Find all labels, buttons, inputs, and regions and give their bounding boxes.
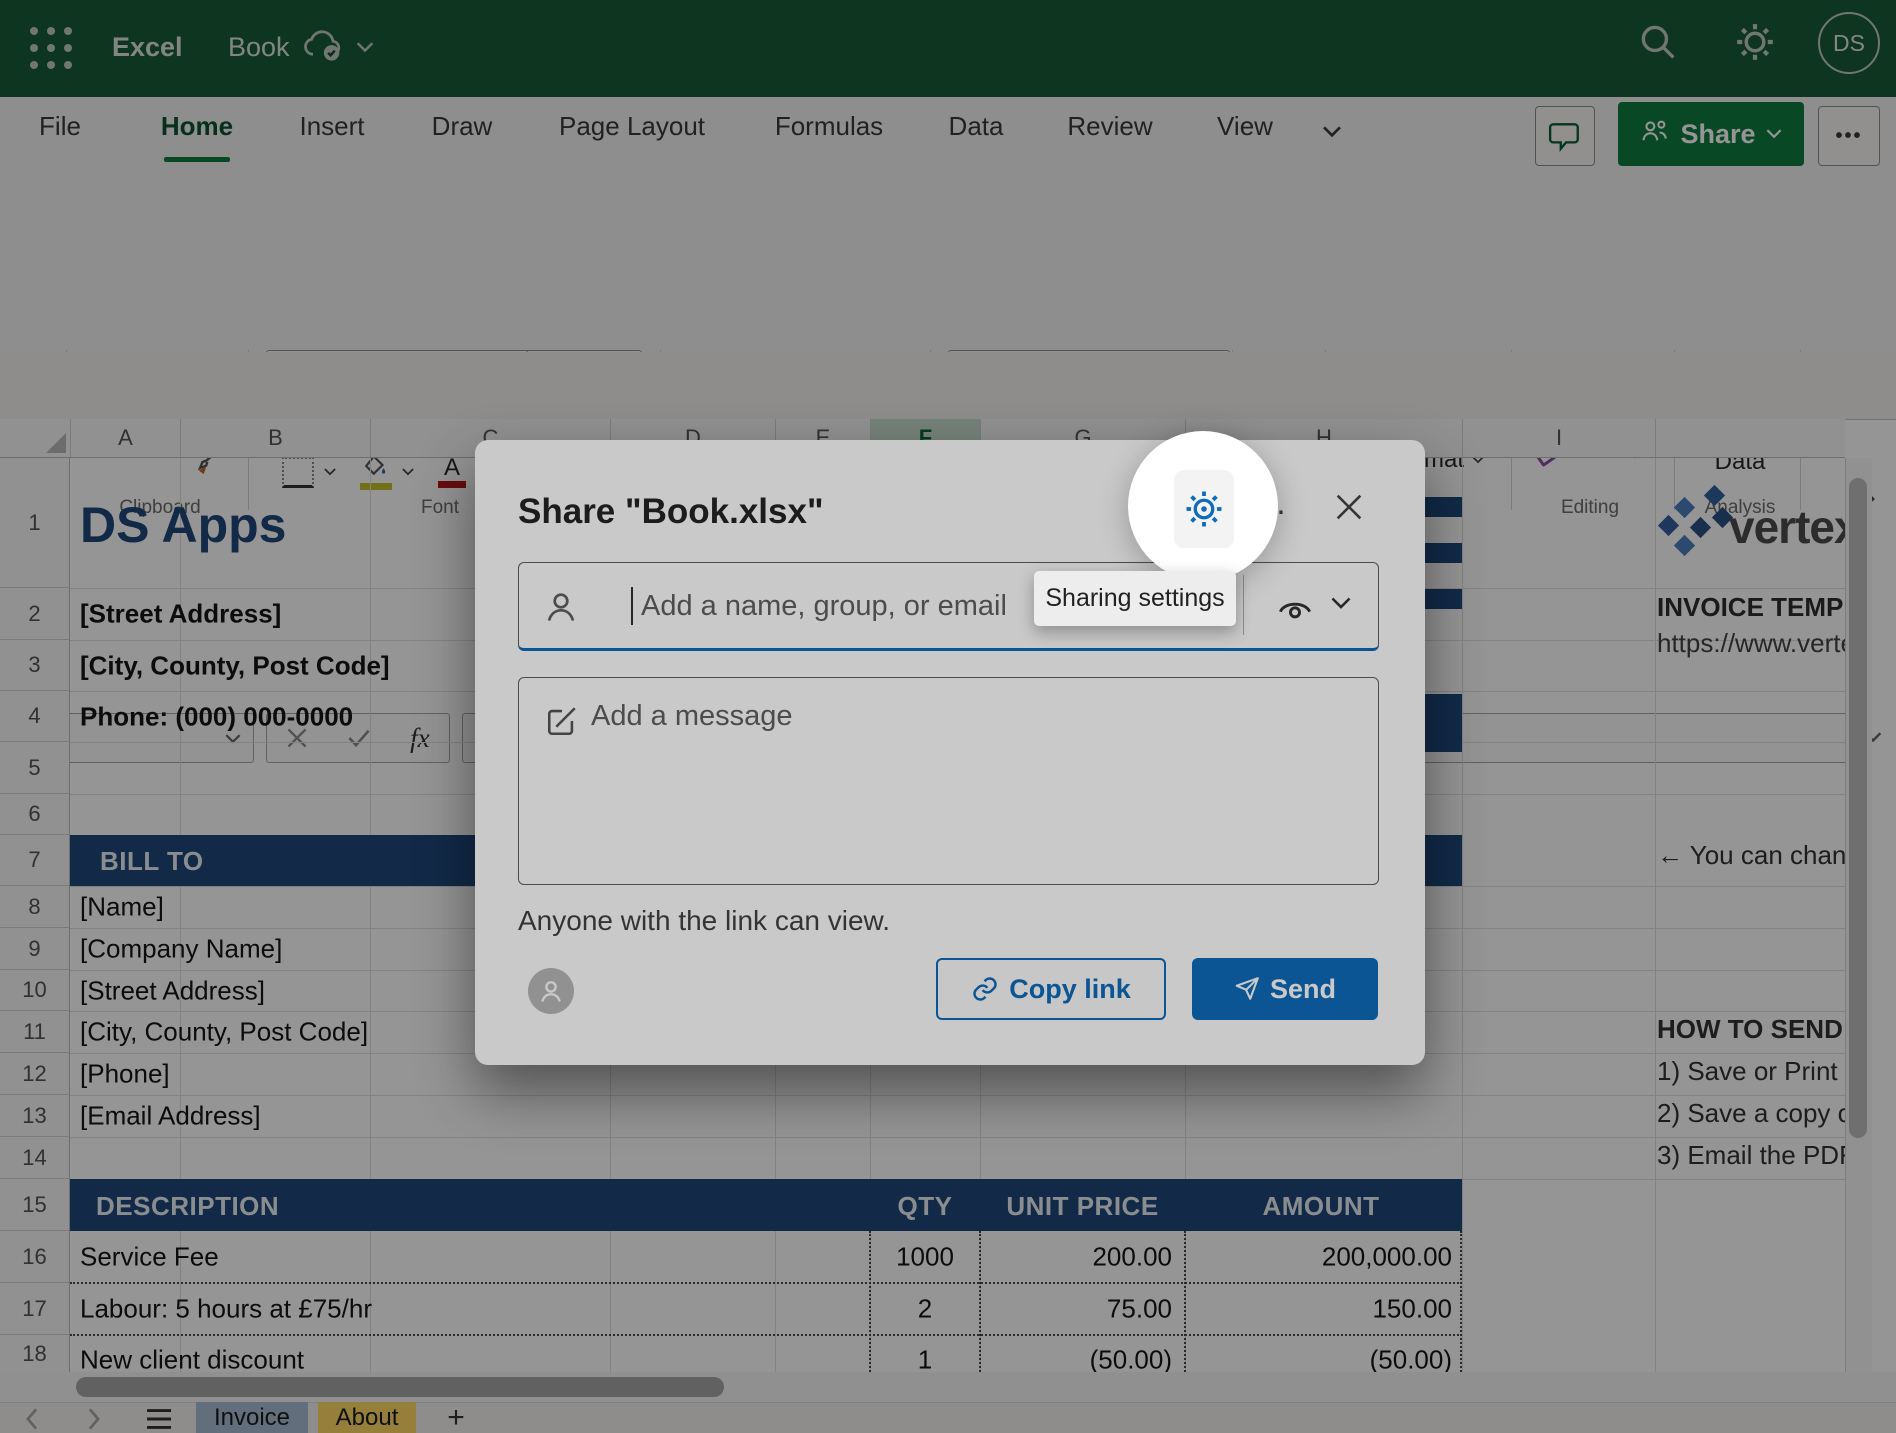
sharing-settings-gear-icon	[1183, 488, 1225, 530]
excel-web-app: Excel Book DS File Home Insert Draw Page…	[0, 0, 1896, 1433]
sharing-settings-tooltip: Sharing settings	[1034, 571, 1236, 626]
coachmark-backdrop	[0, 0, 1896, 1433]
sharing-settings-gear-button[interactable]	[1174, 470, 1234, 548]
